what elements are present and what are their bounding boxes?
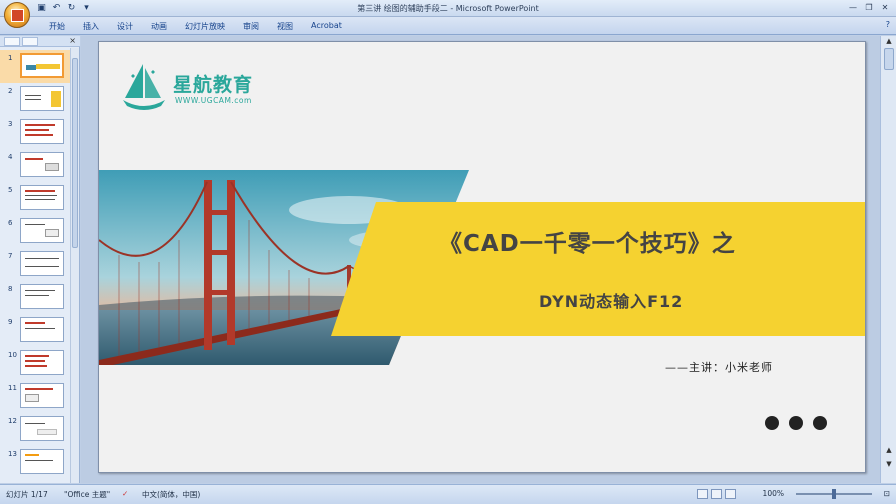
window-title: 第三讲 绘图的辅助手段二 - Microsoft PowerPoint (357, 4, 539, 13)
tab-acrobat[interactable]: Acrobat (302, 20, 351, 33)
decorative-dots (765, 416, 827, 430)
slides-panel: × 1 2 3 4 5 6 7 8 9 10 11 12 13 (0, 36, 80, 483)
brand-url: WWW.UGCAM.com (175, 96, 252, 105)
slide-subtitle: DYN动态输入F12 (539, 292, 684, 311)
tab-view[interactable]: 视图 (268, 20, 302, 33)
slide-thumbnail-row[interactable]: 3 (0, 116, 70, 149)
slide-sorter-icon[interactable] (711, 489, 722, 499)
tab-insert[interactable]: 插入 (74, 20, 108, 33)
normal-view-icon[interactable] (697, 489, 708, 499)
slide-number: 11 (8, 384, 17, 392)
slide-thumbnail[interactable] (20, 152, 64, 177)
brand-logo: 星航教育 WWW.UGCAM.com (121, 62, 271, 118)
slide-counter: 幻灯片 1/17 (6, 490, 48, 499)
slide-thumbnail-row[interactable]: 4 (0, 149, 70, 182)
slide-number: 2 (8, 87, 13, 95)
slide-number: 8 (8, 285, 13, 293)
slide-thumbnail-row[interactable]: 11 (0, 380, 70, 413)
slide-title: 《CAD一千零一个技巧》之 (439, 231, 736, 257)
dot (789, 416, 803, 430)
slide-thumbnail[interactable] (20, 86, 64, 111)
slide-number: 7 (8, 252, 13, 260)
ribbon-tabs: 开始 插入 设计 动画 幻灯片放映 审阅 视图 Acrobat (40, 20, 351, 33)
vertical-scrollbar[interactable]: ▲ ▲ ▼ (880, 36, 896, 483)
slide-thumbnail[interactable] (20, 251, 64, 276)
close-icon[interactable]: ✕ (878, 2, 892, 13)
panel-tabs: × (0, 36, 80, 47)
slide-thumbnail[interactable] (20, 218, 64, 243)
slide-number: 5 (8, 186, 13, 194)
slide-thumbnail-row[interactable]: 13 (0, 446, 70, 479)
slide-number: 13 (8, 450, 17, 458)
scrollbar-handle[interactable] (72, 58, 78, 248)
slide-thumbnail[interactable] (20, 317, 64, 342)
slide-thumbnail-row[interactable]: 5 (0, 182, 70, 215)
slide-thumbnail-row[interactable]: 7 (0, 248, 70, 281)
slide-number: 4 (8, 153, 13, 161)
slide-thumbnails: 1 2 3 4 5 6 7 8 9 10 11 12 13 (0, 48, 70, 479)
slide-thumbnail-row[interactable]: 9 (0, 314, 70, 347)
ribbon-right-controls: ? (886, 20, 890, 29)
fit-slide-icon[interactable]: ⊡ (884, 489, 890, 498)
slide-thumbnail[interactable] (20, 119, 64, 144)
slide-number: 9 (8, 318, 13, 326)
slide-thumbnail[interactable] (20, 53, 64, 78)
theme-name: "Office 主题" (64, 490, 111, 499)
slide-number: 10 (8, 351, 17, 359)
presenter-label: ——主讲：小米老师 (665, 361, 773, 374)
zoom-level[interactable]: 100% (763, 489, 784, 498)
minimize-icon[interactable]: — (846, 2, 860, 13)
dot (765, 416, 779, 430)
slide-thumbnail[interactable] (20, 383, 64, 408)
ribbon: 开始 插入 设计 动画 幻灯片放映 审阅 视图 Acrobat ? (0, 17, 896, 35)
tab-animations[interactable]: 动画 (142, 20, 176, 33)
title-bar: ▣ ↶ ↻ ▾ 第三讲 绘图的辅助手段二 - Microsoft PowerPo… (0, 0, 896, 28)
current-slide[interactable]: 星航教育 WWW.UGCAM.com 《CAD一千零一个技巧》之 DYN动态输入… (98, 41, 866, 473)
slide-thumbnail[interactable] (20, 350, 64, 375)
slide-thumbnail-row[interactable]: 2 (0, 83, 70, 116)
maximize-icon[interactable]: ❐ (862, 2, 876, 13)
window-controls: — ❐ ✕ (846, 2, 892, 13)
tab-slideshow[interactable]: 幻灯片放映 (176, 20, 234, 33)
slide-thumbnail[interactable] (20, 185, 64, 210)
slide-editing-area: 星航教育 WWW.UGCAM.com 《CAD一千零一个技巧》之 DYN动态输入… (81, 36, 880, 483)
slide-thumbnail-row[interactable]: 12 (0, 413, 70, 446)
slide-thumbnail[interactable] (20, 284, 64, 309)
sailboat-logo-icon (123, 64, 165, 110)
view-buttons (697, 489, 736, 499)
outline-tab[interactable] (22, 37, 38, 46)
tab-review[interactable]: 审阅 (234, 20, 268, 33)
slide-number: 3 (8, 120, 13, 128)
tab-home[interactable]: 开始 (40, 20, 74, 33)
slide-thumbnail-row[interactable]: 10 (0, 347, 70, 380)
tab-design[interactable]: 设计 (108, 20, 142, 33)
title-banner (331, 202, 865, 336)
scrollbar-handle[interactable] (884, 48, 894, 70)
brand-name: 星航教育 (173, 74, 254, 96)
slide-number: 12 (8, 417, 17, 425)
zoom-slider-knob[interactable] (832, 489, 836, 499)
language-indicator[interactable]: 中文(简体，中国) (142, 489, 200, 500)
thumbnail-scrollbar[interactable] (70, 48, 79, 483)
slides-tab[interactable] (4, 37, 20, 46)
slideshow-icon[interactable] (725, 489, 736, 499)
close-panel-icon[interactable]: × (69, 36, 76, 45)
slide-thumbnail-row[interactable]: 1 (0, 50, 70, 83)
spellcheck-icon[interactable]: ✓ (122, 489, 128, 498)
slide-number: 6 (8, 219, 13, 227)
next-slide-icon[interactable]: ▼ (884, 460, 894, 469)
status-bar: 幻灯片 1/17 "Office 主题" ✓ 中文(简体，中国) 100% ⊡ (0, 484, 896, 504)
scroll-up-icon[interactable]: ▲ (884, 37, 894, 46)
zoom-slider[interactable] (796, 489, 872, 499)
dot (813, 416, 827, 430)
slide-thumbnail-row[interactable]: 8 (0, 281, 70, 314)
slide-thumbnail[interactable] (20, 449, 64, 474)
slide-number: 1 (8, 54, 13, 62)
office-button[interactable] (4, 2, 30, 28)
office-logo-icon (10, 8, 24, 22)
previous-slide-icon[interactable]: ▲ (884, 446, 894, 455)
help-icon[interactable]: ? (886, 20, 890, 29)
slide-thumbnail[interactable] (20, 416, 64, 441)
slide-thumbnail-row[interactable]: 6 (0, 215, 70, 248)
